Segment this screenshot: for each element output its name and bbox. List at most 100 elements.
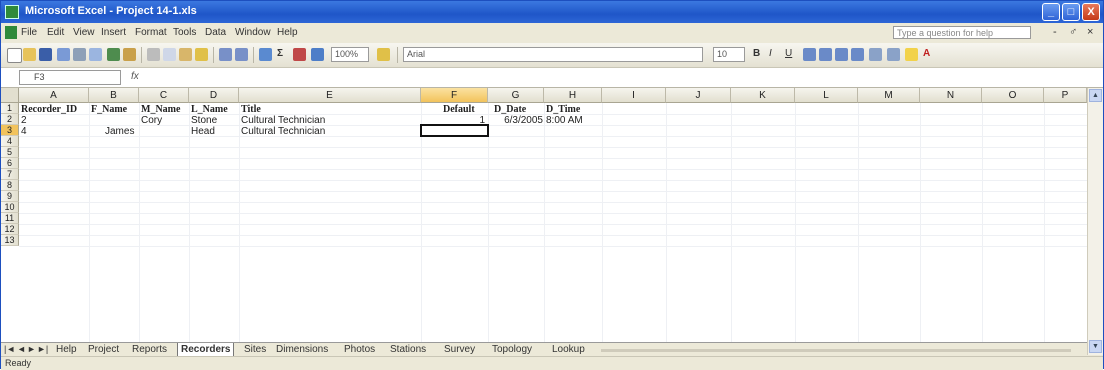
column-header-c[interactable]: C — [139, 88, 189, 103]
cell-d2[interactable]: Stone — [191, 115, 239, 126]
row-header-10[interactable]: 10 — [1, 202, 19, 213]
hyperlink-icon[interactable] — [259, 48, 272, 61]
cell-e2[interactable]: Cultural Technician — [241, 115, 421, 126]
doc-close-button[interactable]: × — [1087, 26, 1093, 38]
cell-a1[interactable]: Recorder_ID — [21, 104, 91, 115]
row-header-12[interactable]: 12 — [1, 224, 19, 235]
cell-f1[interactable]: Default — [443, 104, 488, 115]
cell-h2[interactable]: 8:00 AM — [546, 115, 602, 126]
tab-help[interactable]: Help — [53, 343, 80, 356]
align-center-icon[interactable] — [819, 48, 832, 61]
help-search-input[interactable]: Type a question for help — [893, 26, 1031, 39]
undo-icon[interactable] — [219, 48, 232, 61]
menu-tools[interactable]: Tools — [173, 27, 196, 38]
tab-stations[interactable]: Stations — [387, 343, 429, 356]
permission-icon[interactable] — [57, 48, 70, 61]
column-header-m[interactable]: M — [858, 88, 920, 103]
menu-data[interactable]: Data — [205, 27, 226, 38]
cell-a2[interactable]: 2 — [21, 115, 89, 126]
cell-g2[interactable]: 6/3/2005 — [491, 115, 543, 126]
column-header-g[interactable]: G — [488, 88, 544, 103]
tab-topology[interactable]: Topology — [489, 343, 535, 356]
cell-e1[interactable]: Title — [241, 104, 421, 115]
scroll-down-icon[interactable]: ▼ — [1089, 340, 1102, 353]
new-icon[interactable] — [7, 48, 22, 63]
row-header-7[interactable]: 7 — [1, 169, 19, 180]
italic-button[interactable]: I — [769, 48, 772, 59]
row-header-6[interactable]: 6 — [1, 158, 19, 169]
row-header-13[interactable]: 13 — [1, 235, 19, 246]
cell-a3[interactable]: 4 — [21, 126, 89, 137]
research-icon[interactable] — [123, 48, 136, 61]
active-cell-f3[interactable] — [420, 124, 489, 137]
menu-window[interactable]: Window — [235, 27, 271, 38]
print-preview-icon[interactable] — [89, 48, 102, 61]
cell-h1[interactable]: D_Time — [546, 104, 602, 115]
cell-b1[interactable]: F_Name — [91, 104, 139, 115]
column-header-j[interactable]: J — [666, 88, 731, 103]
column-header-b[interactable]: B — [89, 88, 139, 103]
underline-button[interactable]: U — [785, 48, 792, 59]
column-header-h[interactable]: H — [544, 88, 602, 103]
font-size-select[interactable]: 10 — [713, 47, 745, 62]
font-name-select[interactable]: Arial — [403, 47, 703, 62]
column-header-n[interactable]: N — [920, 88, 982, 103]
chart-wizard-icon[interactable] — [311, 48, 324, 61]
format-painter-icon[interactable] — [195, 48, 208, 61]
column-header-l[interactable]: L — [795, 88, 858, 103]
tab-photos[interactable]: Photos — [341, 343, 378, 356]
cell-d1[interactable]: L_Name — [191, 104, 239, 115]
align-left-icon[interactable] — [803, 48, 816, 61]
row-header-5[interactable]: 5 — [1, 147, 19, 158]
column-header-p[interactable]: P — [1044, 88, 1087, 103]
tab-survey[interactable]: Survey — [441, 343, 478, 356]
tab-reports[interactable]: Reports — [129, 343, 170, 356]
bold-button[interactable]: B — [753, 48, 760, 59]
menu-view[interactable]: View — [73, 27, 95, 38]
column-header-e[interactable]: E — [239, 88, 421, 103]
name-box[interactable]: F3 — [19, 70, 121, 85]
scroll-up-icon[interactable]: ▲ — [1089, 89, 1102, 102]
minimize-button[interactable]: _ — [1042, 3, 1060, 21]
increase-indent-icon[interactable] — [869, 48, 882, 61]
menu-help[interactable]: Help — [277, 27, 298, 38]
tab-project[interactable]: Project — [85, 343, 122, 356]
borders-icon[interactable] — [887, 48, 900, 61]
paste-icon[interactable] — [179, 48, 192, 61]
merge-center-icon[interactable] — [851, 48, 864, 61]
doc-restore-button[interactable]: ♂ — [1069, 26, 1077, 38]
tab-lookup[interactable]: Lookup — [549, 343, 588, 356]
cut-icon[interactable] — [147, 48, 160, 61]
first-sheet-icon[interactable]: |◄ — [4, 344, 15, 354]
column-header-d[interactable]: D — [189, 88, 239, 103]
spelling-icon[interactable] — [107, 48, 120, 61]
row-header-9[interactable]: 9 — [1, 191, 19, 202]
help-icon[interactable] — [377, 48, 390, 61]
autosum-icon[interactable]: Σ — [277, 48, 283, 59]
worksheet-grid[interactable]: A B C D E F G H I J K L M N O P 1 2 3 4 … — [1, 88, 1087, 355]
cell-e3[interactable]: Cultural Technician — [241, 126, 421, 137]
save-icon[interactable] — [39, 48, 52, 61]
cell-d3[interactable]: Head — [191, 126, 239, 137]
redo-icon[interactable] — [235, 48, 248, 61]
row-header-11[interactable]: 11 — [1, 213, 19, 224]
maximize-button[interactable]: □ — [1062, 3, 1080, 21]
menu-format[interactable]: Format — [135, 27, 167, 38]
row-header-2[interactable]: 2 — [1, 114, 19, 125]
column-header-k[interactable]: K — [731, 88, 795, 103]
workbook-icon[interactable] — [5, 26, 17, 39]
row-header-8[interactable]: 8 — [1, 180, 19, 191]
cell-c1[interactable]: M_Name — [141, 104, 189, 115]
excel-app-icon[interactable] — [5, 5, 19, 19]
align-right-icon[interactable] — [835, 48, 848, 61]
font-color-icon[interactable]: A — [923, 48, 930, 59]
open-icon[interactable] — [23, 48, 36, 61]
tab-recorders[interactable]: Recorders — [177, 343, 235, 357]
column-header-o[interactable]: O — [982, 88, 1044, 103]
close-button[interactable]: X — [1082, 3, 1100, 21]
next-sheet-icon[interactable]: ► — [27, 344, 36, 354]
tab-sites[interactable]: Sites — [241, 343, 269, 356]
doc-minimize-button[interactable]: - — [1053, 26, 1057, 38]
last-sheet-icon[interactable]: ►| — [37, 344, 48, 354]
column-header-f[interactable]: F — [421, 88, 488, 103]
